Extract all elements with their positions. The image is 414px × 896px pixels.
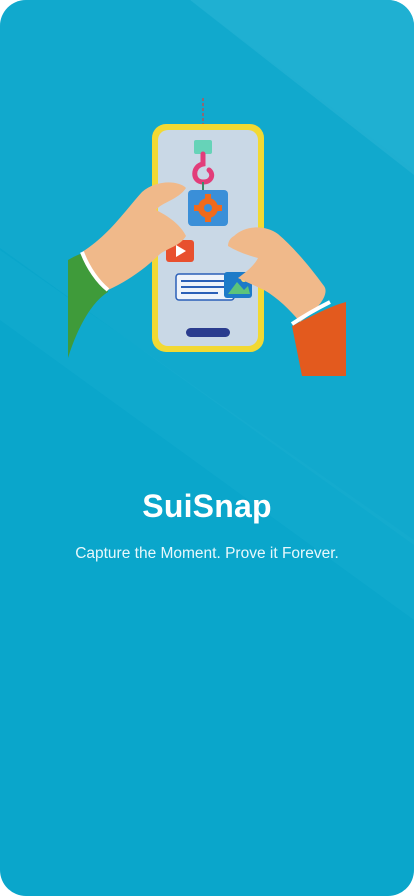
splash-screen: SuiSnap Capture the Moment. Prove it For… — [0, 0, 414, 896]
gear-icon — [188, 190, 228, 226]
app-tagline: Capture the Moment. Prove it Forever. — [75, 545, 339, 562]
app-title: SuiSnap — [142, 488, 272, 524]
hands-holding-phone-illustration — [68, 98, 346, 376]
